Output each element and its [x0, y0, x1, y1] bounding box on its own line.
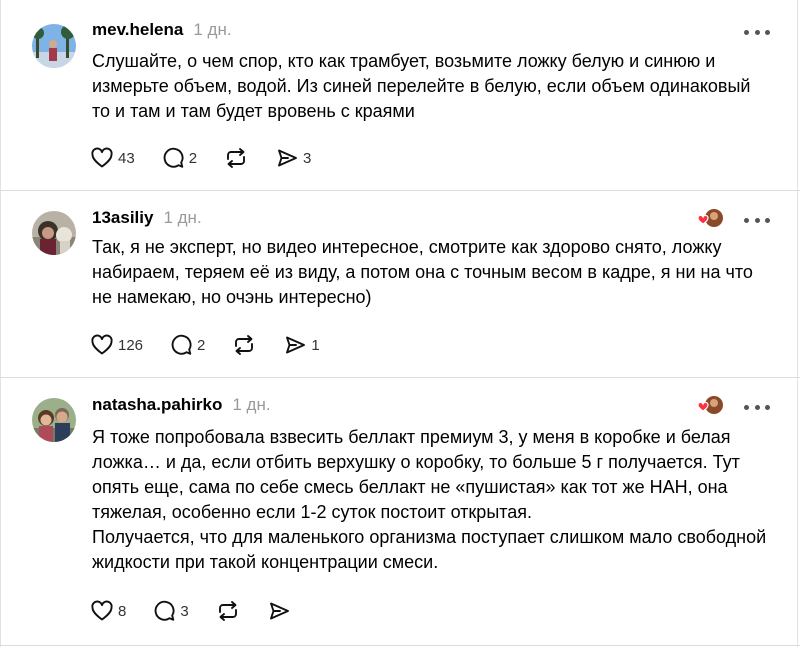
repost-icon	[227, 148, 245, 168]
comment-icon	[171, 334, 192, 355]
repost-button[interactable]	[231, 333, 257, 357]
timestamp[interactable]: 1 дн.	[193, 20, 231, 40]
send-icon	[269, 602, 289, 620]
post-header: 13asiliy 1 дн.	[92, 208, 202, 232]
like-button[interactable]: 43	[90, 146, 135, 170]
action-bar: 43 2 3	[90, 145, 337, 171]
heart-icon	[91, 147, 113, 168]
avatar[interactable]	[32, 24, 76, 68]
comment-icon	[154, 600, 175, 621]
post: 13asiliy 1 дн. Так, я не эксперт, но вид…	[0, 191, 800, 378]
send-icon	[278, 149, 297, 167]
repost-button[interactable]	[223, 146, 249, 170]
like-button[interactable]: 8	[90, 599, 126, 623]
post: mev.helena 1 дн. Слушайте, о чем спор, к…	[0, 0, 800, 191]
reply-button[interactable]: 2	[161, 146, 197, 170]
like-count: 8	[118, 602, 127, 620]
post-header: mev.helena 1 дн.	[92, 20, 232, 44]
heart-icon	[91, 334, 113, 355]
post-text: Так, я не эксперт, но видео интересное, …	[92, 237, 753, 307]
username[interactable]: natasha.pahirko	[92, 395, 222, 415]
repost-icon	[235, 335, 254, 355]
like-count: 43	[118, 149, 135, 167]
timestamp[interactable]: 1 дн.	[163, 208, 201, 228]
post-header: natasha.pahirko 1 дн.	[92, 395, 271, 419]
more-icon[interactable]	[744, 215, 770, 225]
reply-count: 3	[180, 602, 189, 620]
more-icon[interactable]	[744, 402, 770, 412]
post: natasha.pahirko 1 дн. Я тоже попробовала…	[0, 378, 800, 646]
action-bar: 8 3	[90, 598, 321, 624]
post-text: Слушайте, о чем спор, кто как трамбует, …	[92, 51, 751, 121]
reply-count: 2	[197, 336, 206, 354]
reply-button[interactable]: 3	[152, 599, 189, 623]
more-icon[interactable]	[744, 27, 770, 37]
share-button[interactable]: 1	[283, 333, 320, 357]
share-count: 3	[303, 149, 312, 167]
author-liked-badge	[696, 395, 724, 417]
author-liked-badge	[696, 208, 724, 230]
repost-icon	[218, 601, 237, 621]
repost-button[interactable]	[215, 599, 241, 623]
comment-icon	[163, 147, 184, 168]
username[interactable]: 13asiliy	[92, 208, 153, 228]
action-bar: 126 2 1	[90, 332, 346, 358]
like-count: 126	[118, 336, 144, 354]
reply-button[interactable]: 2	[169, 333, 205, 357]
share-button[interactable]: 3	[275, 146, 311, 170]
timestamp[interactable]: 1 дн.	[232, 395, 270, 415]
like-button[interactable]: 126	[90, 333, 143, 357]
avatar[interactable]	[32, 398, 76, 442]
heart-icon	[91, 600, 113, 621]
avatar[interactable]	[32, 211, 76, 255]
reply-count: 2	[188, 149, 198, 167]
post-text: Я тоже попробовала взвесить беллакт прем…	[92, 427, 767, 572]
send-icon	[286, 336, 306, 354]
username[interactable]: mev.helena	[92, 20, 183, 40]
share-button[interactable]	[267, 599, 295, 623]
share-count: 1	[311, 336, 320, 354]
